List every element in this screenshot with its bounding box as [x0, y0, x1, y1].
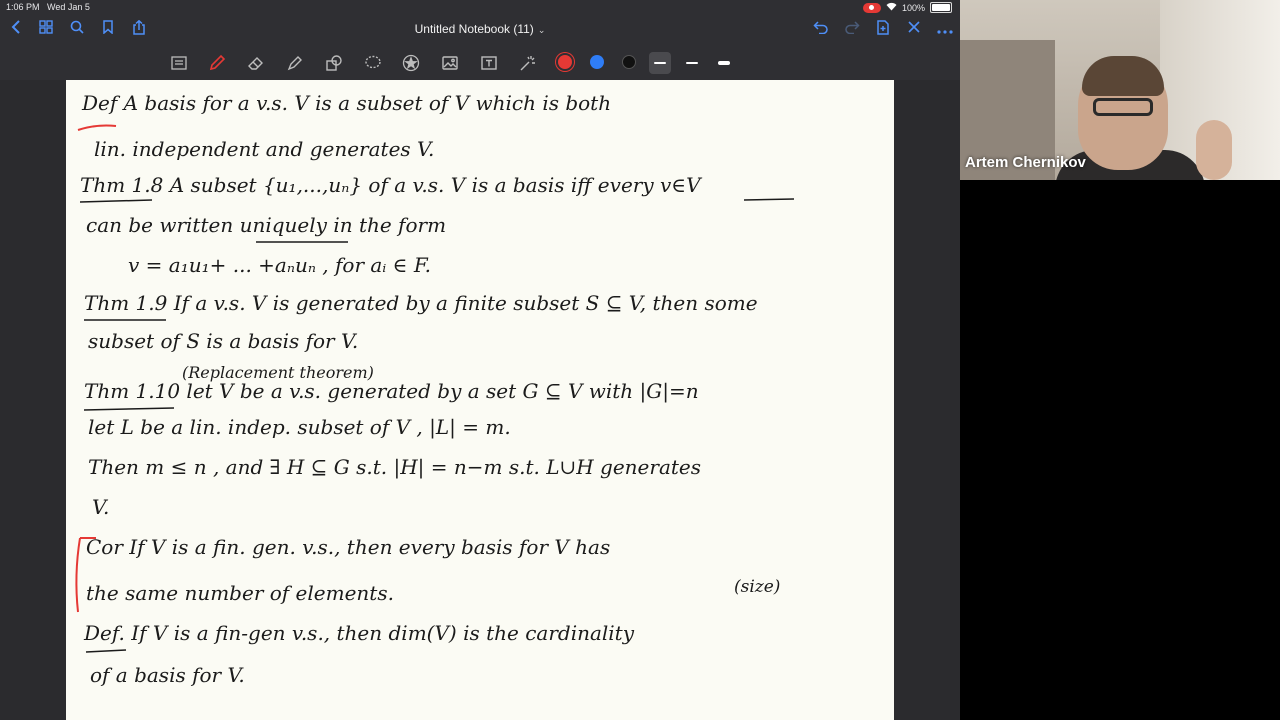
wifi-icon [886, 2, 897, 13]
underline-every [743, 198, 795, 201]
shape-tool-icon[interactable] [323, 52, 345, 74]
note-line-13-annotation: (size) [734, 577, 780, 597]
notebook-page[interactable]: Def A basis for a v.s. V is a subset of … [66, 80, 894, 720]
reading-mode-icon[interactable] [168, 52, 190, 74]
note-line-5: v = a₁u₁+ ... +aₙuₙ , for aᵢ ∈ F. [128, 253, 431, 277]
drawing-toolbar [0, 46, 960, 81]
participant-name: Artem Chernikov [965, 154, 1086, 171]
color-swatch-blue[interactable] [590, 55, 604, 69]
lasso-tool-icon[interactable] [362, 52, 384, 74]
red-underline-def [77, 124, 117, 131]
color-swatch-black[interactable] [622, 55, 636, 69]
video-person-glasses [1093, 98, 1153, 116]
video-person-hand [1196, 120, 1232, 180]
undo-icon[interactable] [811, 20, 831, 40]
status-indicators: 100% [862, 2, 952, 13]
note-line-14: Def. If V is a fin-gen v.s., then dim(V)… [83, 621, 635, 645]
screen-record-icon [862, 2, 881, 13]
underline-thm18 [79, 199, 153, 203]
stroke-width-medium[interactable] [681, 52, 703, 74]
status-bar: 1:06 PM Wed Jan 5 100% [0, 0, 960, 14]
note-line-10: Then m ≤ n , and ∃ H ⊆ G s.t. |H| = n−m … [88, 455, 701, 480]
laser-pointer-icon[interactable] [517, 52, 539, 74]
add-page-icon[interactable] [873, 20, 893, 40]
status-time-date: 1:06 PM Wed Jan 5 [6, 2, 90, 12]
battery-icon [930, 2, 952, 13]
stroke-width-fine[interactable] [649, 52, 671, 74]
note-line-3: Thm 1.8 A subset {u₁,...,uₙ} of a v.s. V… [80, 173, 703, 197]
video-person-hair [1082, 56, 1164, 96]
note-line-12: Cor If V is a fin. gen. v.s., then every… [86, 535, 610, 559]
close-pen-icon[interactable] [904, 20, 924, 40]
note-line-4: can be written uniquely in the form [86, 213, 446, 237]
note-line-11: V. [92, 495, 109, 519]
underline-def2 [85, 649, 127, 653]
note-line-9: let L be a lin. indep. subset of V , |L|… [88, 415, 511, 440]
color-swatch-red[interactable] [558, 55, 572, 69]
note-line-8: Thm 1.10 let V be a v.s. generated by a … [84, 379, 699, 404]
red-bracket-cor [75, 537, 81, 613]
navigation-bar: Untitled Notebook (11) ⌄ [0, 14, 960, 46]
elements-star-icon[interactable] [400, 52, 422, 74]
note-line-7: subset of S is a basis for V. [88, 329, 358, 353]
notebook-title-text: Untitled Notebook (11) [414, 22, 534, 36]
stroke-width-thick[interactable] [713, 52, 735, 74]
more-options-icon[interactable] [935, 20, 955, 40]
pen-tool-icon[interactable] [206, 52, 228, 74]
note-line-15: of a basis for V. [90, 663, 245, 687]
title-chevron-down-icon: ⌄ [537, 25, 546, 35]
text-tool-icon[interactable] [478, 52, 500, 74]
note-line-6: Thm 1.9 If a v.s. V is generated by a fi… [84, 291, 758, 315]
handwriting-layer: Def A basis for a v.s. V is a subset of … [75, 91, 795, 687]
status-date: Wed Jan 5 [47, 2, 90, 12]
status-time: 1:06 PM [6, 2, 40, 12]
notebook-canvas: Def A basis for a v.s. V is a subset of … [0, 80, 960, 720]
battery-percent: 100% [901, 2, 925, 13]
underline-thm110 [83, 407, 175, 411]
eraser-tool-icon[interactable] [245, 52, 267, 74]
note-line-2: lin. independent and generates V. [94, 137, 434, 161]
ipad-screen: 1:06 PM Wed Jan 5 100% Untitled Notebook… [0, 0, 960, 720]
redo-icon[interactable] [842, 20, 862, 40]
image-tool-icon[interactable] [439, 52, 461, 74]
video-feed-tile[interactable]: Artem Chernikov [960, 0, 1280, 180]
highlighter-tool-icon[interactable] [284, 52, 306, 74]
note-line-1: Def A basis for a v.s. V is a subset of … [81, 91, 611, 115]
note-line-13: the same number of elements. [86, 581, 394, 605]
